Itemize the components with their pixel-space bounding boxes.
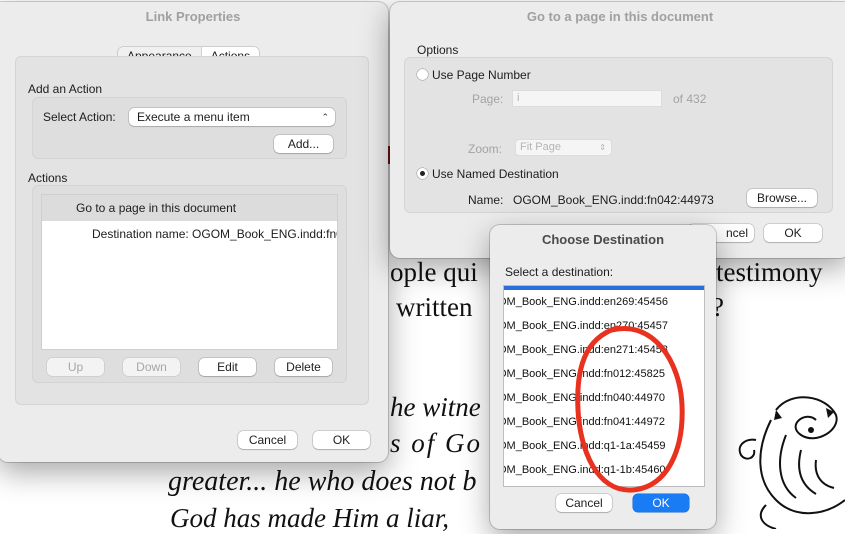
use-page-number-radio[interactable] — [417, 69, 428, 80]
browse-button[interactable]: Browse... — [747, 189, 817, 207]
tab-content-panel: Add an Action Select Action: Execute a m… — [15, 56, 369, 405]
destination-list[interactable]: OM_Book_ENG.indd:en269:45456 OM_Book_ENG… — [503, 285, 705, 487]
options-heading: Options — [417, 43, 459, 57]
link-properties-dialog: Link Properties Appearance Actions Add a… — [0, 2, 388, 462]
page-total: of 432 — [673, 92, 707, 106]
dialog-title: Link Properties — [145, 9, 241, 24]
page-number-field[interactable]: i — [512, 90, 662, 107]
use-named-destination-radio[interactable] — [417, 168, 428, 179]
add-button[interactable]: Add... — [274, 135, 333, 153]
scroll-illustration — [738, 396, 845, 529]
destination-list-item[interactable]: OM_Book_ENG.indd:en269:45456 — [504, 290, 704, 314]
destination-list-item[interactable]: OM_Book_ENG.indd:fn012:45825 — [504, 362, 704, 386]
actions-list[interactable]: Go to a page in this document Destinatio… — [41, 194, 338, 350]
destination-list-item[interactable]: OM_Book_ENG.indd:q1-1a:45459 — [504, 434, 704, 458]
document-text-line: God has made Him a liar, — [170, 503, 450, 533]
dialog-title: Go to a page in this document — [526, 9, 714, 24]
dialog-title: Choose Destination — [541, 232, 665, 247]
document-text-line: written — [396, 292, 473, 322]
delete-button[interactable]: Delete — [275, 358, 332, 376]
goto-page-dialog: Go to a page in this document Options Us… — [390, 2, 845, 258]
zoom-value: Fit Page — [520, 141, 561, 153]
select-action-dropdown[interactable]: Execute a menu item ⌃ — [129, 108, 335, 126]
actions-list-subitem[interactable]: Destination name: OGOM_Book_ENG.indd:fn0… — [42, 221, 337, 247]
zoom-dropdown[interactable]: Fit Page ⇕ — [515, 139, 612, 156]
document-text-line: testimony — [716, 257, 823, 287]
cancel-button[interactable]: Cancel — [556, 494, 612, 512]
options-group: Use Page Number Page: i of 432 Zoom: Fit… — [404, 57, 833, 213]
select-action-value: Execute a menu item — [137, 110, 250, 124]
page-label: Page: — [472, 92, 504, 106]
destination-list-item[interactable]: OM_Book_ENG.indd:en271:45458 — [504, 338, 704, 362]
cancel-button-label: ncel — [725, 226, 748, 240]
ok-button[interactable]: OK — [764, 224, 822, 242]
add-action-heading: Add an Action — [28, 82, 103, 96]
down-button[interactable]: Down — [123, 358, 180, 376]
document-text-line: ople qui — [390, 257, 478, 287]
destination-list-item[interactable]: OM_Book_ENG.indd:en270:45457 — [504, 314, 704, 338]
document-text-line: s of Go — [390, 428, 483, 458]
up-button[interactable]: Up — [47, 358, 104, 376]
use-named-destination-label[interactable]: Use Named Destination — [432, 167, 559, 181]
destination-list-item[interactable]: OM_Book_ENG.indd:fn040:44970 — [504, 386, 704, 410]
actions-heading: Actions — [28, 171, 68, 185]
document-text-line: greater... he who does not b — [168, 466, 477, 497]
cancel-button[interactable]: Cancel — [238, 431, 297, 449]
document-text-line: he witne — [390, 392, 481, 422]
actions-group: Go to a page in this document Destinatio… — [32, 185, 347, 383]
chevron-updown-icon: ⇕ — [599, 143, 606, 152]
name-label: Name: — [468, 193, 504, 207]
select-destination-prompt: Select a destination: — [505, 265, 614, 279]
ok-button[interactable]: OK — [313, 431, 370, 449]
choose-destination-dialog: Choose Destination Select a destination:… — [490, 225, 716, 529]
zoom-label: Zoom: — [468, 142, 503, 156]
select-action-label: Select Action: — [43, 110, 116, 124]
actions-list-item[interactable]: Go to a page in this document — [42, 195, 337, 221]
chevron-updown-icon: ⌃ — [321, 112, 329, 122]
use-page-number-label[interactable]: Use Page Number — [432, 68, 531, 82]
destination-list-item[interactable]: OM_Book_ENG.indd:fn041:44972 — [504, 410, 704, 434]
add-action-group: Select Action: Execute a menu item ⌃ Add… — [32, 97, 347, 159]
destination-name-value: OGOM_Book_ENG.indd:fn042:44973 — [513, 193, 714, 207]
destination-list-item[interactable]: OM_Book_ENG.indd:q1-1b:45460 — [504, 458, 704, 482]
edit-button[interactable]: Edit — [199, 358, 256, 376]
ok-button[interactable]: OK — [633, 494, 689, 512]
